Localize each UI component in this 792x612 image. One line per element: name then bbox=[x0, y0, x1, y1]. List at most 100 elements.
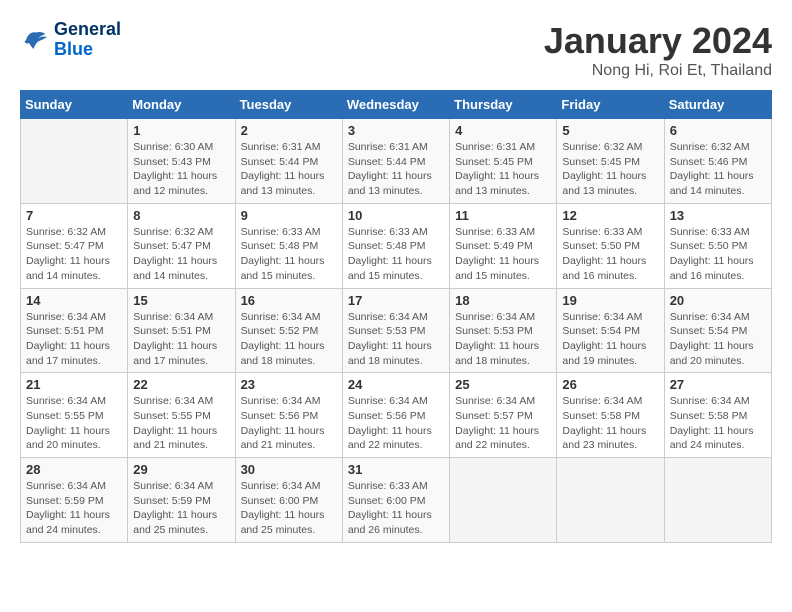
day-number: 11 bbox=[455, 208, 551, 223]
day-info: Sunrise: 6:33 AM Sunset: 6:00 PM Dayligh… bbox=[348, 479, 444, 538]
day-number: 15 bbox=[133, 293, 229, 308]
day-cell: 13 Sunrise: 6:33 AM Sunset: 5:50 PM Dayli… bbox=[664, 203, 771, 288]
day-info: Sunrise: 6:34 AM Sunset: 5:55 PM Dayligh… bbox=[26, 394, 122, 453]
header-cell-friday: Friday bbox=[557, 91, 664, 119]
logo-icon bbox=[20, 25, 50, 55]
day-info: Sunrise: 6:31 AM Sunset: 5:44 PM Dayligh… bbox=[348, 140, 444, 199]
day-number: 4 bbox=[455, 123, 551, 138]
day-cell: 3Sunrise: 6:31 AM Sunset: 5:44 PM Daylig… bbox=[342, 119, 449, 204]
day-number: 12 bbox=[562, 208, 658, 223]
day-cell: 7 Sunrise: 6:32 AM Sunset: 5:47 PM Daylig… bbox=[21, 203, 128, 288]
day-cell: 11 Sunrise: 6:33 AM Sunset: 5:49 PM Dayli… bbox=[450, 203, 557, 288]
day-cell: 23 Sunrise: 6:34 AM Sunset: 5:56 PM Dayli… bbox=[235, 373, 342, 458]
day-info: Sunrise: 6:34 AM Sunset: 5:54 PM Dayligh… bbox=[562, 310, 658, 369]
day-info: Sunrise: 6:34 AM Sunset: 5:56 PM Dayligh… bbox=[348, 394, 444, 453]
header-cell-saturday: Saturday bbox=[664, 91, 771, 119]
day-cell: 14 Sunrise: 6:34 AM Sunset: 5:51 PM Dayli… bbox=[21, 288, 128, 373]
day-cell: 31 Sunrise: 6:33 AM Sunset: 6:00 PM Dayli… bbox=[342, 458, 449, 543]
day-info: Sunrise: 6:34 AM Sunset: 5:57 PM Dayligh… bbox=[455, 394, 551, 453]
day-number: 29 bbox=[133, 462, 229, 477]
header-cell-sunday: Sunday bbox=[21, 91, 128, 119]
day-number: 13 bbox=[670, 208, 766, 223]
day-cell bbox=[557, 458, 664, 543]
week-row-4: 21Sunrise: 6:34 AM Sunset: 5:55 PM Dayli… bbox=[21, 373, 772, 458]
calendar-subtitle: Nong Hi, Roi Et, Thailand bbox=[544, 62, 772, 80]
day-info: Sunrise: 6:32 AM Sunset: 5:45 PM Dayligh… bbox=[562, 140, 658, 199]
day-number: 30 bbox=[241, 462, 337, 477]
day-info: Sunrise: 6:33 AM Sunset: 5:49 PM Dayligh… bbox=[455, 225, 551, 284]
day-info: Sunrise: 6:34 AM Sunset: 6:00 PM Dayligh… bbox=[241, 479, 337, 538]
day-info: Sunrise: 6:30 AM Sunset: 5:43 PM Dayligh… bbox=[133, 140, 229, 199]
day-cell: 19 Sunrise: 6:34 AM Sunset: 5:54 PM Dayli… bbox=[557, 288, 664, 373]
day-cell: 6 Sunrise: 6:32 AM Sunset: 5:46 PM Daylig… bbox=[664, 119, 771, 204]
day-info: Sunrise: 6:31 AM Sunset: 5:44 PM Dayligh… bbox=[241, 140, 337, 199]
day-number: 6 bbox=[670, 123, 766, 138]
title-section: January 2024 Nong Hi, Roi Et, Thailand bbox=[544, 20, 772, 80]
day-cell: 28 Sunrise: 6:34 AM Sunset: 5:59 PM Dayli… bbox=[21, 458, 128, 543]
day-number: 19 bbox=[562, 293, 658, 308]
day-cell: 27 Sunrise: 6:34 AM Sunset: 5:58 PM Dayli… bbox=[664, 373, 771, 458]
day-number: 31 bbox=[348, 462, 444, 477]
day-number: 20 bbox=[670, 293, 766, 308]
calendar-title: January 2024 bbox=[544, 20, 772, 62]
day-cell bbox=[21, 119, 128, 204]
week-row-5: 28 Sunrise: 6:34 AM Sunset: 5:59 PM Dayli… bbox=[21, 458, 772, 543]
day-cell: 17 Sunrise: 6:34 AM Sunset: 5:53 PM Dayli… bbox=[342, 288, 449, 373]
day-number: 27 bbox=[670, 377, 766, 392]
day-cell: 18Sunrise: 6:34 AM Sunset: 5:53 PM Dayli… bbox=[450, 288, 557, 373]
day-info: Sunrise: 6:32 AM Sunset: 5:47 PM Dayligh… bbox=[26, 225, 122, 284]
header-cell-tuesday: Tuesday bbox=[235, 91, 342, 119]
day-number: 24 bbox=[348, 377, 444, 392]
day-cell: 21Sunrise: 6:34 AM Sunset: 5:55 PM Dayli… bbox=[21, 373, 128, 458]
day-cell: 2Sunrise: 6:31 AM Sunset: 5:44 PM Daylig… bbox=[235, 119, 342, 204]
day-info: Sunrise: 6:32 AM Sunset: 5:46 PM Dayligh… bbox=[670, 140, 766, 199]
day-info: Sunrise: 6:34 AM Sunset: 5:56 PM Dayligh… bbox=[241, 394, 337, 453]
day-info: Sunrise: 6:33 AM Sunset: 5:48 PM Dayligh… bbox=[241, 225, 337, 284]
day-cell bbox=[664, 458, 771, 543]
day-info: Sunrise: 6:34 AM Sunset: 5:59 PM Dayligh… bbox=[133, 479, 229, 538]
day-cell: 24 Sunrise: 6:34 AM Sunset: 5:56 PM Dayli… bbox=[342, 373, 449, 458]
day-info: Sunrise: 6:33 AM Sunset: 5:50 PM Dayligh… bbox=[562, 225, 658, 284]
logo: General Blue bbox=[20, 20, 121, 60]
day-number: 14 bbox=[26, 293, 122, 308]
day-info: Sunrise: 6:34 AM Sunset: 5:51 PM Dayligh… bbox=[26, 310, 122, 369]
day-info: Sunrise: 6:34 AM Sunset: 5:53 PM Dayligh… bbox=[455, 310, 551, 369]
header-cell-monday: Monday bbox=[128, 91, 235, 119]
day-number: 17 bbox=[348, 293, 444, 308]
day-number: 10 bbox=[348, 208, 444, 223]
day-cell: 29 Sunrise: 6:34 AM Sunset: 5:59 PM Dayli… bbox=[128, 458, 235, 543]
header-cell-thursday: Thursday bbox=[450, 91, 557, 119]
day-number: 23 bbox=[241, 377, 337, 392]
day-cell: 15Sunrise: 6:34 AM Sunset: 5:51 PM Dayli… bbox=[128, 288, 235, 373]
logo-text-line1: General bbox=[54, 20, 121, 40]
day-info: Sunrise: 6:31 AM Sunset: 5:45 PM Dayligh… bbox=[455, 140, 551, 199]
day-cell: 20 Sunrise: 6:34 AM Sunset: 5:54 PM Dayli… bbox=[664, 288, 771, 373]
day-cell: 1 Sunrise: 6:30 AM Sunset: 5:43 PM Daylig… bbox=[128, 119, 235, 204]
day-cell bbox=[450, 458, 557, 543]
day-info: Sunrise: 6:32 AM Sunset: 5:47 PM Dayligh… bbox=[133, 225, 229, 284]
day-info: Sunrise: 6:34 AM Sunset: 5:58 PM Dayligh… bbox=[670, 394, 766, 453]
header-cell-wednesday: Wednesday bbox=[342, 91, 449, 119]
day-cell: 25Sunrise: 6:34 AM Sunset: 5:57 PM Dayli… bbox=[450, 373, 557, 458]
day-info: Sunrise: 6:34 AM Sunset: 5:54 PM Dayligh… bbox=[670, 310, 766, 369]
day-info: Sunrise: 6:34 AM Sunset: 5:53 PM Dayligh… bbox=[348, 310, 444, 369]
day-number: 1 bbox=[133, 123, 229, 138]
header-row: SundayMondayTuesdayWednesdayThursdayFrid… bbox=[21, 91, 772, 119]
day-info: Sunrise: 6:33 AM Sunset: 5:48 PM Dayligh… bbox=[348, 225, 444, 284]
day-cell: 4 Sunrise: 6:31 AM Sunset: 5:45 PM Daylig… bbox=[450, 119, 557, 204]
day-info: Sunrise: 6:34 AM Sunset: 5:59 PM Dayligh… bbox=[26, 479, 122, 538]
day-cell: 10 Sunrise: 6:33 AM Sunset: 5:48 PM Dayli… bbox=[342, 203, 449, 288]
day-number: 8 bbox=[133, 208, 229, 223]
day-info: Sunrise: 6:33 AM Sunset: 5:50 PM Dayligh… bbox=[670, 225, 766, 284]
day-number: 26 bbox=[562, 377, 658, 392]
day-number: 5 bbox=[562, 123, 658, 138]
week-row-1: 1 Sunrise: 6:30 AM Sunset: 5:43 PM Daylig… bbox=[21, 119, 772, 204]
day-info: Sunrise: 6:34 AM Sunset: 5:52 PM Dayligh… bbox=[241, 310, 337, 369]
day-number: 9 bbox=[241, 208, 337, 223]
day-number: 7 bbox=[26, 208, 122, 223]
day-number: 16 bbox=[241, 293, 337, 308]
day-number: 22 bbox=[133, 377, 229, 392]
logo-text-line2: Blue bbox=[54, 40, 121, 60]
day-number: 28 bbox=[26, 462, 122, 477]
week-row-3: 14 Sunrise: 6:34 AM Sunset: 5:51 PM Dayli… bbox=[21, 288, 772, 373]
